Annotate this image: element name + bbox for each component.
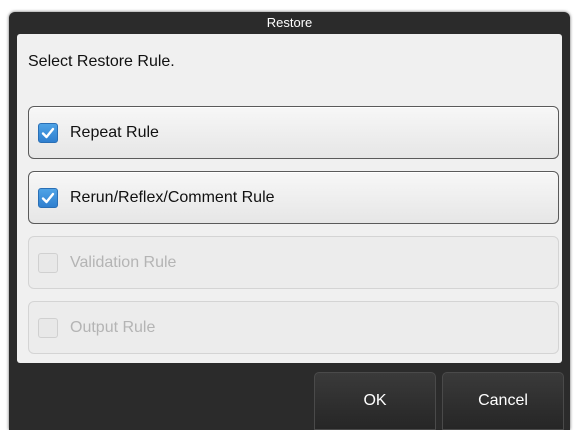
rule-option-output: Output Rule [28,301,559,354]
rule-label: Output Rule [70,319,156,336]
validation-rule-checkbox [38,253,58,273]
dialog-prompt: Select Restore Rule. [28,53,175,70]
rule-option-rerun-reflex-comment[interactable]: Rerun/Reflex/Comment Rule [28,171,559,224]
ok-button[interactable]: OK [314,372,436,430]
rule-label: Validation Rule [70,254,177,271]
dialog-content: Select Restore Rule. Repeat Rule Rerun/R… [17,34,562,363]
dialog-title: Restore [266,15,313,30]
output-rule-checkbox [38,318,58,338]
checkmark-icon [41,192,55,204]
rule-option-validation: Validation Rule [28,236,559,289]
checkmark-icon [41,127,55,139]
cancel-button[interactable]: Cancel [442,372,564,430]
rule-option-repeat[interactable]: Repeat Rule [28,106,559,159]
rerun-reflex-comment-rule-checkbox[interactable] [38,188,58,208]
restore-dialog: Restore Select Restore Rule. Repeat Rule… [9,12,570,430]
repeat-rule-checkbox[interactable] [38,123,58,143]
rule-label: Rerun/Reflex/Comment Rule [70,189,275,206]
rule-label: Repeat Rule [70,124,159,141]
